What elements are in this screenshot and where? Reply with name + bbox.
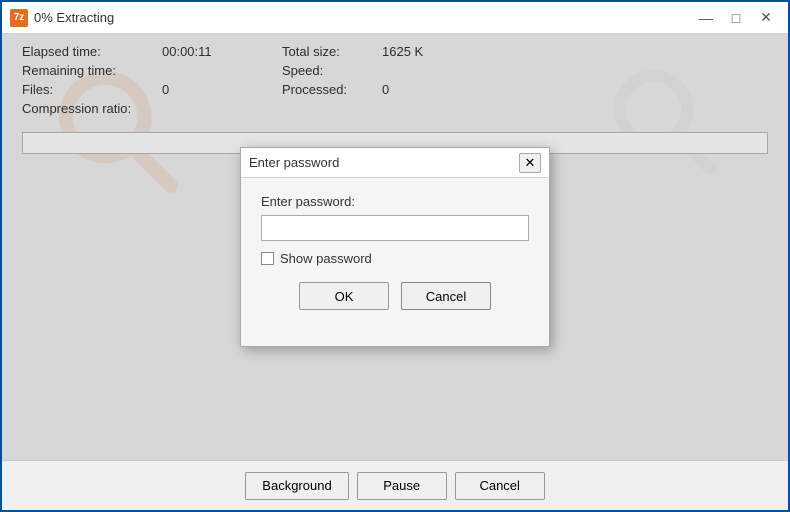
password-input[interactable] xyxy=(261,215,529,241)
password-dialog: Enter password ✕ Enter password: Show pa… xyxy=(240,147,550,347)
maximize-button[interactable]: □ xyxy=(722,7,750,29)
ok-button[interactable]: OK xyxy=(299,282,389,310)
modal-body: Enter password: Show password OK Cancel xyxy=(241,178,549,330)
close-button[interactable]: ✕ xyxy=(752,7,780,29)
minimize-button[interactable]: — xyxy=(692,7,720,29)
pause-button[interactable]: Pause xyxy=(357,472,447,500)
show-password-checkbox[interactable] xyxy=(261,252,274,265)
show-password-row: Show password xyxy=(261,251,529,266)
modal-title-bar: Enter password ✕ xyxy=(241,148,549,178)
modal-overlay: Enter password ✕ Enter password: Show pa… xyxy=(2,34,788,460)
window-controls: — □ ✕ xyxy=(692,7,780,29)
bottom-bar: Background Pause Cancel xyxy=(2,460,788,510)
password-label: Enter password: xyxy=(261,194,529,209)
cancel-button[interactable]: Cancel xyxy=(401,282,491,310)
modal-title: Enter password xyxy=(249,155,519,170)
modal-buttons: OK Cancel xyxy=(261,282,529,310)
cancel-button[interactable]: Cancel xyxy=(455,472,545,500)
window-title: 0% Extracting xyxy=(34,10,692,25)
content-area: rismu Elapsed time: 00:00:11 Total size:… xyxy=(2,34,788,460)
background-button[interactable]: Background xyxy=(245,472,348,500)
main-window: 7z 0% Extracting — □ ✕ rismu xyxy=(0,0,790,512)
modal-close-button[interactable]: ✕ xyxy=(519,153,541,173)
app-icon: 7z xyxy=(10,9,28,27)
show-password-label[interactable]: Show password xyxy=(280,251,372,266)
title-bar: 7z 0% Extracting — □ ✕ xyxy=(2,2,788,34)
